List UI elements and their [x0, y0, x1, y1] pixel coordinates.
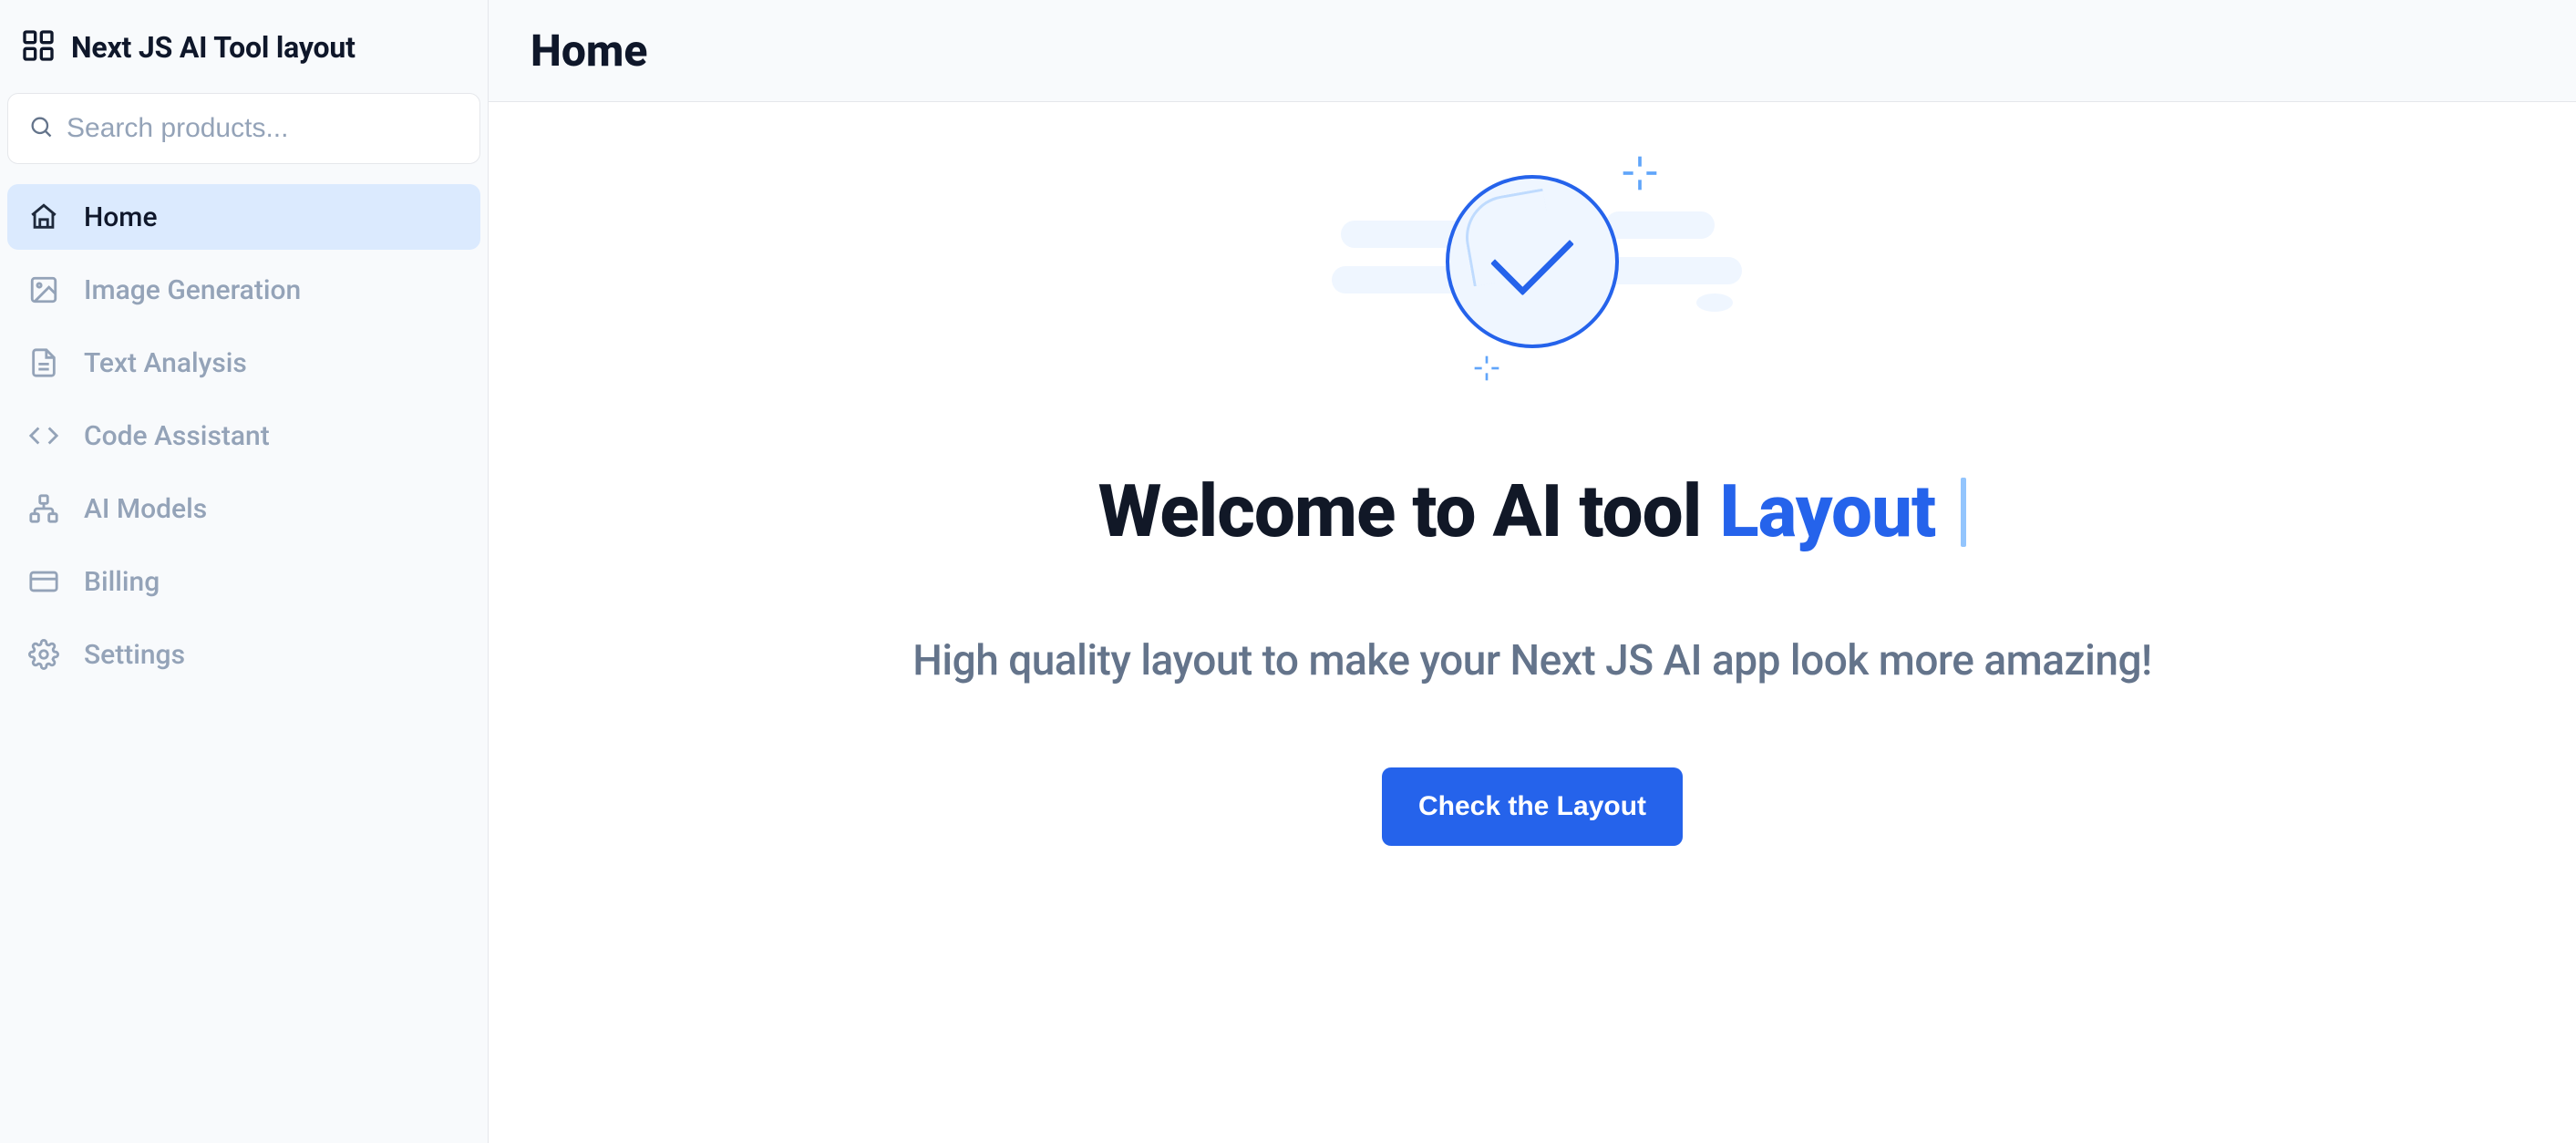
- sidebar-item-ai-models[interactable]: AI Models: [7, 476, 480, 541]
- sparkle-icon: [1620, 153, 1660, 193]
- sidebar-item-settings[interactable]: Settings: [7, 622, 480, 687]
- sidebar-item-label: Home: [84, 201, 158, 233]
- sidebar-item-label: AI Models: [84, 493, 207, 525]
- page-header: Home: [489, 0, 2576, 102]
- sidebar-item-text-analysis[interactable]: Text Analysis: [7, 330, 480, 396]
- search-icon: [28, 114, 54, 143]
- sidebar-item-label: Text Analysis: [84, 347, 247, 379]
- gear-icon: [26, 639, 62, 670]
- file-text-icon: [26, 347, 62, 378]
- code-icon: [26, 420, 62, 451]
- sidebar-item-code-assistant[interactable]: Code Assistant: [7, 403, 480, 469]
- check-layout-button[interactable]: Check the Layout: [1382, 767, 1683, 846]
- sidebar: Next JS AI Tool layout Home: [0, 0, 489, 1143]
- home-icon: [26, 201, 62, 232]
- image-icon: [26, 274, 62, 305]
- hero-headline: Welcome to AI tool Layout: [1098, 467, 1967, 554]
- page-title: Home: [531, 25, 647, 77]
- check-circle-icon: [1446, 175, 1619, 348]
- headline-prefix: Welcome to AI tool: [1098, 469, 1702, 554]
- search-input[interactable]: [67, 113, 459, 144]
- search-box[interactable]: [7, 93, 480, 164]
- sidebar-item-billing[interactable]: Billing: [7, 549, 480, 614]
- hero-illustration: [1332, 157, 1733, 394]
- main: Home: [489, 0, 2576, 1143]
- sparkle-icon: [1472, 354, 1501, 383]
- sidebar-item-home[interactable]: Home: [7, 184, 480, 250]
- headline-accent: Layout: [1719, 469, 1935, 554]
- sidebar-item-label: Billing: [84, 566, 160, 598]
- sidebar-item-label: Settings: [84, 639, 185, 671]
- typing-cursor-icon: [1961, 478, 1966, 547]
- sidebar-item-label: Code Assistant: [84, 420, 270, 452]
- sidebar-item-image-generation[interactable]: Image Generation: [7, 257, 480, 323]
- sidebar-item-label: Image Generation: [84, 274, 301, 306]
- sidebar-nav: Home Image Generation Text Analysis: [7, 184, 480, 687]
- credit-card-icon: [26, 566, 62, 597]
- brand: Next JS AI Tool layout: [7, 18, 480, 93]
- hero-subhead: High quality layout to make your Next JS…: [912, 636, 2151, 685]
- network-icon: [26, 493, 62, 524]
- content: Welcome to AI tool Layout High quality l…: [489, 102, 2576, 1143]
- dashboard-grid-icon: [20, 27, 57, 67]
- brand-title: Next JS AI Tool layout: [71, 30, 355, 65]
